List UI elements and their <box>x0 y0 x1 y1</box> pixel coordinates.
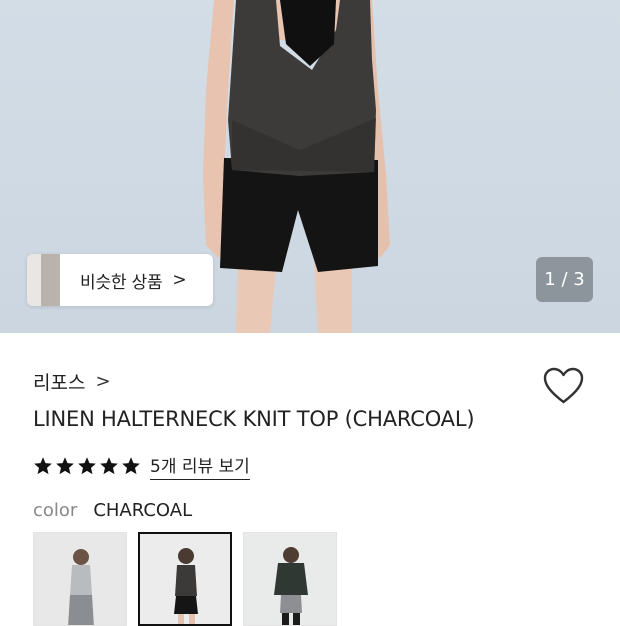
reviews-link[interactable]: 5개 리뷰 보기 <box>150 452 250 480</box>
product-image-carousel[interactable]: 비슷한 상품 > 1 / 3 <box>0 0 620 333</box>
star-icon <box>122 457 140 475</box>
color-swatches <box>33 532 337 626</box>
color-label: color <box>33 500 78 521</box>
rating-row: 5개 리뷰 보기 <box>33 452 250 480</box>
rating-stars <box>33 456 141 476</box>
color-swatch-green[interactable] <box>243 532 337 626</box>
chevron-right-icon: > <box>172 270 187 290</box>
color-swatch-charcoal[interactable] <box>138 532 232 626</box>
swatch-photo <box>34 533 126 625</box>
star-icon <box>56 457 74 475</box>
star-icon <box>78 457 96 475</box>
similar-products-label: 비슷한 상품 <box>80 272 163 293</box>
chevron-right-icon: > <box>95 371 111 392</box>
brand-link[interactable]: 리포스 > <box>33 368 111 395</box>
selected-color-value: CHARCOAL <box>93 500 193 521</box>
swatch-photo <box>140 534 230 624</box>
star-icon <box>34 457 52 475</box>
similar-products-thumbnail <box>27 254 60 306</box>
similar-products-button[interactable]: 비슷한 상품 > <box>27 254 213 306</box>
star-icon <box>100 457 118 475</box>
color-option-row: color CHARCOAL <box>33 500 192 521</box>
heart-icon[interactable] <box>543 367 584 405</box>
color-swatch-gray[interactable] <box>33 532 127 626</box>
product-title: LINEN HALTERNECK KNIT TOP (CHARCOAL) <box>33 407 475 431</box>
swatch-photo <box>244 533 336 625</box>
image-counter: 1 / 3 <box>536 257 593 302</box>
brand-name: 리포스 <box>33 372 86 394</box>
